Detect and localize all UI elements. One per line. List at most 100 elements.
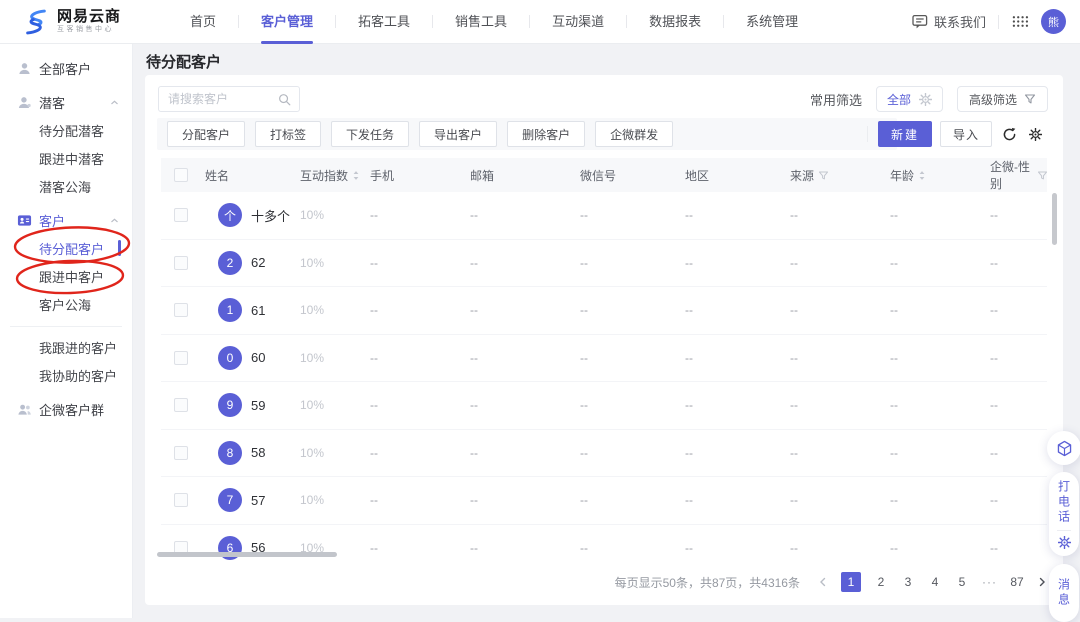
search-input[interactable] (159, 92, 278, 106)
gender-cell: -- (986, 303, 1047, 317)
column-header-email[interactable]: 邮箱 (466, 167, 576, 184)
widget-cube-button[interactable] (1047, 431, 1080, 465)
column-header-engagement[interactable]: 互动指数 (296, 167, 366, 184)
next-page-icon[interactable] (1037, 577, 1047, 587)
call-settings-gear-icon[interactable] (1058, 536, 1071, 549)
page-number-3[interactable]: 3 (901, 575, 915, 589)
row-checkbox-cell (161, 446, 201, 460)
column-filter-icon[interactable] (818, 170, 829, 181)
sidebar-item-8[interactable]: 客户公海 (0, 290, 132, 318)
email-cell: -- (466, 256, 576, 270)
sort-icon[interactable] (918, 170, 926, 181)
table-settings-gear-icon[interactable] (1026, 125, 1044, 143)
row-checkbox[interactable] (174, 398, 188, 412)
column-header-name[interactable]: 姓名 (201, 167, 296, 184)
phone-cell: -- (366, 208, 466, 222)
table-row[interactable]: 个十多个10%-------------- (161, 192, 1047, 240)
row-checkbox[interactable] (174, 493, 188, 507)
chat-bubble-icon (912, 14, 928, 29)
customer-name-cell[interactable]: 262 (201, 251, 296, 275)
column-header-wechat[interactable]: 微信号 (576, 167, 681, 184)
sidebar-item-3[interactable]: 跟进中潜客 (0, 144, 132, 172)
advanced-filter-button[interactable]: 高级筛选 (957, 86, 1048, 112)
user-avatar[interactable]: 熊 (1041, 9, 1066, 34)
nav-item-3[interactable]: 拓客工具 (336, 0, 432, 44)
nav-item-4[interactable]: 销售工具 (433, 0, 529, 44)
column-label: 年龄 (890, 167, 914, 184)
row-checkbox[interactable] (174, 446, 188, 460)
sidebar-item-6[interactable]: 待分配客户 (0, 234, 132, 262)
contact-us-button[interactable]: 联系我们 (912, 12, 986, 31)
row-checkbox-cell (161, 493, 201, 507)
column-header-gender[interactable]: 企微-性别 (986, 158, 1048, 192)
sidebar-item-2[interactable]: 待分配潜客 (0, 116, 132, 144)
customer-name-cell[interactable]: 959 (201, 393, 296, 417)
sidebar-item-7[interactable]: 跟进中客户 (0, 262, 132, 290)
customer-name-cell[interactable]: 个十多个 (201, 203, 296, 227)
batch-action-button-5[interactable]: 删除客户 (507, 121, 585, 147)
page-number-1[interactable]: 1 (841, 572, 861, 592)
horizontal-scrollbar[interactable] (157, 552, 337, 557)
sidebar-item-4[interactable]: 潜客公海 (0, 172, 132, 200)
sidebar-item-1[interactable]: 潜客 (0, 88, 132, 116)
batch-action-button-1[interactable]: 分配客户 (167, 121, 245, 147)
nav-item-1[interactable]: 首页 (168, 0, 238, 44)
sidebar-item-5[interactable]: 客户 (0, 206, 132, 234)
row-checkbox[interactable] (174, 256, 188, 270)
brand-logo[interactable]: 网易云商 互客销售中心 (0, 8, 168, 36)
refresh-icon[interactable] (1000, 125, 1018, 143)
apps-grid-icon[interactable] (1011, 13, 1029, 31)
row-checkbox[interactable] (174, 208, 188, 222)
nav-item-2[interactable]: 客户管理 (239, 0, 335, 44)
create-button[interactable]: 新建 (878, 121, 932, 147)
batch-action-button-4[interactable]: 导出客户 (419, 121, 497, 147)
region-cell: -- (681, 493, 786, 507)
column-header-region[interactable]: 地区 (681, 167, 786, 184)
nav-item-6[interactable]: 数据报表 (627, 0, 723, 44)
controls-divider (867, 126, 868, 142)
vertical-scrollbar[interactable] (1052, 193, 1057, 245)
wechat-cell: -- (576, 493, 681, 507)
table-row[interactable]: 26210%-------------- (161, 240, 1047, 288)
batch-action-button-6[interactable]: 企微群发 (595, 121, 673, 147)
customer-name-cell[interactable]: 757 (201, 488, 296, 512)
page-number-87[interactable]: 87 (1010, 575, 1024, 589)
page-number-2[interactable]: 2 (874, 575, 888, 589)
sidebar-item-10[interactable]: 我跟进的客户 (0, 333, 132, 361)
column-header-source[interactable]: 来源 (786, 167, 886, 184)
sidebar-item-12[interactable]: 企微客户群 (0, 395, 132, 423)
column-filter-icon[interactable] (1037, 170, 1048, 181)
common-filter-select[interactable]: 全部 (876, 86, 943, 112)
message-widget-button[interactable]: 消息 (1049, 564, 1079, 622)
nav-item-7[interactable]: 系统管理 (724, 0, 820, 44)
sidebar-item-0[interactable]: 全部客户 (0, 54, 132, 82)
table-row[interactable]: 16110%-------------- (161, 287, 1047, 335)
source-cell: -- (786, 351, 886, 365)
region-cell: -- (681, 351, 786, 365)
column-header-age[interactable]: 年龄 (886, 167, 986, 184)
customer-name-cell[interactable]: 060 (201, 346, 296, 370)
customer-name-cell[interactable]: 161 (201, 298, 296, 322)
prev-page-icon[interactable] (818, 577, 828, 587)
nav-item-5[interactable]: 互动渠道 (530, 0, 626, 44)
call-widget-button[interactable]: 打电话 (1049, 472, 1079, 556)
page-number-5[interactable]: 5 (955, 575, 969, 589)
phone-cell: -- (366, 541, 466, 555)
table-row[interactable]: 75710%-------------- (161, 477, 1047, 525)
table-row[interactable]: 85810%-------------- (161, 430, 1047, 478)
page-number-4[interactable]: 4 (928, 575, 942, 589)
row-checkbox[interactable] (174, 351, 188, 365)
sidebar-item-label: 我跟进的客户 (39, 338, 117, 357)
batch-action-button-2[interactable]: 打标签 (255, 121, 321, 147)
select-all-checkbox[interactable] (174, 168, 188, 182)
table-row[interactable]: 95910%-------------- (161, 382, 1047, 430)
sidebar-item-11[interactable]: 我协助的客户 (0, 361, 132, 389)
batch-action-button-3[interactable]: 下发任务 (331, 121, 409, 147)
sidebar-item-label: 客户公海 (39, 295, 91, 314)
customer-name-cell[interactable]: 858 (201, 441, 296, 465)
row-checkbox[interactable] (174, 303, 188, 317)
table-row[interactable]: 06010%-------------- (161, 335, 1047, 383)
column-header-phone[interactable]: 手机 (366, 167, 466, 184)
import-button[interactable]: 导入 (940, 121, 992, 147)
sort-icon[interactable] (352, 170, 360, 181)
